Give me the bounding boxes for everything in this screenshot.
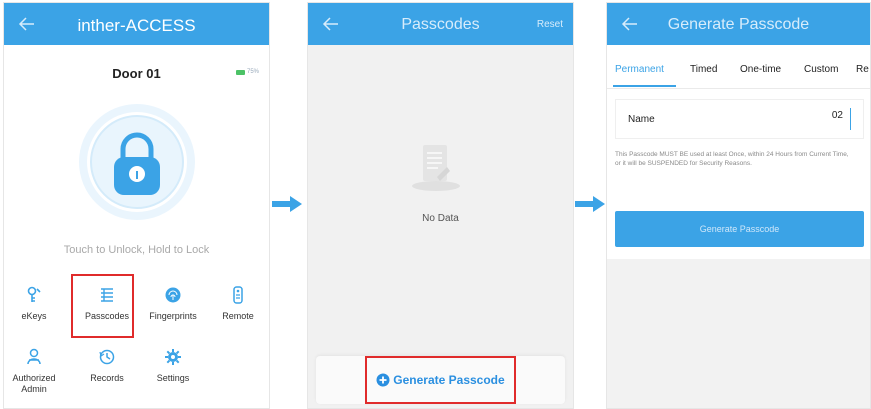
menu-item-remote[interactable]: Remote: [207, 286, 269, 346]
generate-highlight-box: [365, 356, 516, 404]
empty-state-text: No Data: [422, 213, 459, 224]
unlock-hint: Touch to Unlock, Hold to Lock: [63, 244, 210, 256]
menu-item-settings[interactable]: Settings: [142, 348, 204, 408]
tab-permanent[interactable]: Permanent: [615, 64, 664, 75]
active-tab-indicator: [613, 85, 676, 87]
menu-item-authorized-admin[interactable]: Authorized Admin: [4, 348, 65, 408]
ekeys-icon: [27, 286, 41, 302]
page-title: Generate Passcode: [667, 16, 810, 33]
menu-label: Remote: [222, 311, 254, 321]
phone-screen-home: inther-ACCESS Door 01 75% Touch to Unloc…: [3, 2, 270, 409]
battery-level: 75%: [246, 69, 259, 75]
menu-label: Settings: [156, 373, 190, 383]
battery-icon: [235, 69, 245, 75]
empty-document-icon: [412, 145, 460, 191]
menu-item-records[interactable]: Records: [76, 348, 138, 408]
settings-icon: [165, 349, 181, 365]
menu-label: Fingerprints: [149, 311, 197, 321]
generate-passcode-submit-button[interactable]: Generate Passcode: [615, 211, 864, 247]
menu-label: Authorized Admin: [12, 373, 56, 394]
tab-recurring[interactable]: Re: [856, 64, 869, 75]
records-icon: [99, 349, 115, 365]
name-field-row: Name: [615, 99, 864, 139]
menu-item-ekeys[interactable]: eKeys: [4, 286, 65, 346]
phone-screen-passcodes: Passcodes Reset No Data Generate Passcod…: [307, 2, 574, 409]
page-title: Passcodes: [401, 16, 480, 33]
tab-one-time[interactable]: One-time: [740, 64, 781, 75]
phone-screen-generate-passcode: Generate Passcode Permanent Timed One-ti…: [606, 2, 871, 409]
empty-content-area: [607, 259, 870, 408]
lock-button[interactable]: [78, 103, 196, 221]
passcode-type-tabs: Permanent Timed One-time Custom Re: [607, 45, 870, 89]
usage-notice: This Passcode MUST BE used at least Once…: [615, 151, 849, 167]
menu-label: eKeys: [21, 311, 47, 321]
reset-button[interactable]: Reset: [537, 19, 563, 30]
admin-icon: [27, 348, 41, 365]
remote-icon: [233, 286, 243, 304]
menu-item-fingerprints[interactable]: Fingerprints: [142, 286, 204, 346]
name-label: Name: [628, 114, 655, 125]
battery-indicator: 75%: [235, 69, 259, 75]
top-bar: Generate Passcode: [607, 3, 870, 45]
tab-timed[interactable]: Timed: [690, 64, 717, 75]
passcodes-highlight-box: [71, 274, 134, 338]
tab-custom[interactable]: Custom: [804, 64, 838, 75]
text-cursor: [850, 108, 851, 130]
top-bar: Passcodes Reset: [308, 3, 573, 45]
top-bar: inther-ACCESS: [4, 3, 269, 45]
flow-arrow-icon: [575, 196, 605, 212]
door-name: Door 01: [112, 66, 161, 81]
flow-arrow-icon: [272, 196, 302, 212]
menu-label: Records: [90, 373, 124, 383]
app-title: inther-ACCESS: [77, 16, 196, 35]
fingerprint-icon: [165, 287, 181, 303]
name-input[interactable]: [753, 110, 843, 121]
